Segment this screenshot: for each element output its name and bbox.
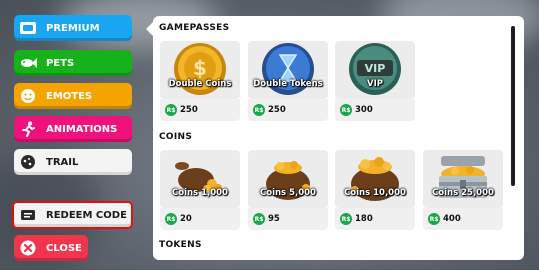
coins-name: Coins 1,000 <box>172 188 228 198</box>
section-title-gamepasses: GAMEPASSES <box>159 23 230 33</box>
price-bar: R$ 400 <box>423 208 503 230</box>
gamepass-thumb: $ <box>160 41 240 99</box>
gamepass-card-vip[interactable]: VIP VIP R$ 300 <box>335 41 415 123</box>
emote-face-icon <box>18 86 38 106</box>
panel-pointer <box>146 22 153 36</box>
close-button[interactable]: CLOSE <box>14 235 88 261</box>
price-bar: R$ 95 <box>248 208 328 230</box>
coins-name: Coins 10,000 <box>344 188 406 198</box>
coins-thumb <box>335 150 415 208</box>
coins-card-25000[interactable]: Coins 25,000 R$ 400 <box>423 150 503 232</box>
price-value: 250 <box>180 105 198 115</box>
robux-icon: R$ <box>253 104 265 116</box>
trail-label: TRAIL <box>46 156 79 168</box>
robux-icon: R$ <box>428 213 440 225</box>
emotes-button[interactable]: EMOTES <box>14 83 132 109</box>
gamepass-name: Double Coins <box>168 79 232 89</box>
fish-icon <box>18 53 38 73</box>
price-bar: R$ 250 <box>160 99 240 121</box>
coin-bag-small-icon <box>175 162 222 193</box>
redeem-code-button[interactable]: REDEEM CODE <box>12 201 133 229</box>
trail-button[interactable]: TRAIL <box>14 149 132 175</box>
coin-bag-icon <box>266 161 310 200</box>
svg-text:VIP: VIP <box>365 62 386 75</box>
vip-icon: VIP <box>349 43 401 95</box>
robux-icon: R$ <box>165 104 177 116</box>
price-bar: R$ 250 <box>248 99 328 121</box>
price-value: 400 <box>443 214 461 224</box>
gamepass-card-double-tokens[interactable]: Double Tokens R$ 250 <box>248 41 328 123</box>
close-icon <box>18 238 38 258</box>
shop-panel: GAMEPASSES $ Double Coins R$ 250 Double … <box>153 16 524 260</box>
robux-icon: R$ <box>340 104 352 116</box>
trail-icon <box>18 152 38 172</box>
running-person-icon <box>18 119 38 139</box>
pets-label: PETS <box>46 57 75 69</box>
section-title-tokens: TOKENS <box>159 240 202 250</box>
svg-text:$: $ <box>193 56 207 80</box>
ticket-icon <box>18 205 38 225</box>
premium-button[interactable]: PREMIUM <box>14 15 132 41</box>
gamepass-name: VIP <box>367 79 383 89</box>
animations-button[interactable]: ANIMATIONS <box>14 116 132 142</box>
treasure-chest-icon <box>439 156 487 198</box>
robux-icon: R$ <box>340 213 352 225</box>
scrollbar[interactable] <box>511 26 515 186</box>
gamepass-name: Double Tokens <box>253 79 323 89</box>
price-value: 180 <box>355 214 373 224</box>
section-title-coins: COINS <box>159 132 193 142</box>
hourglass-icon <box>262 43 314 95</box>
coins-name: Coins 5,000 <box>260 188 316 198</box>
price-value: 250 <box>268 105 286 115</box>
price-bar: R$ 20 <box>160 208 240 230</box>
gamepass-thumb: VIP <box>335 41 415 99</box>
gamepass-thumb <box>248 41 328 99</box>
robux-icon: R$ <box>253 213 265 225</box>
price-value: 95 <box>268 214 280 224</box>
price-value: 20 <box>180 214 192 224</box>
emotes-label: EMOTES <box>46 90 93 102</box>
coin-icon: $ <box>174 43 226 95</box>
robux-icon: R$ <box>165 213 177 225</box>
redeem-code-label: REDEEM CODE <box>46 209 127 221</box>
price-bar: R$ 180 <box>335 208 415 230</box>
premium-icon <box>18 18 38 38</box>
gamepass-card-double-coins[interactable]: $ Double Coins R$ 250 <box>160 41 240 123</box>
coin-bag-large-icon <box>351 157 399 201</box>
price-bar: R$ 300 <box>335 99 415 121</box>
coins-thumb <box>423 150 503 208</box>
coins-name: Coins 25,000 <box>432 188 494 198</box>
coins-card-1000[interactable]: Coins 1,000 R$ 20 <box>160 150 240 232</box>
coins-card-10000[interactable]: Coins 10,000 R$ 180 <box>335 150 415 232</box>
close-label: CLOSE <box>46 242 82 254</box>
animations-label: ANIMATIONS <box>46 123 118 135</box>
coins-thumb <box>160 150 240 208</box>
coins-thumb <box>248 150 328 208</box>
premium-label: PREMIUM <box>46 22 100 34</box>
coins-card-5000[interactable]: Coins 5,000 R$ 95 <box>248 150 328 232</box>
price-value: 300 <box>355 105 373 115</box>
pets-button[interactable]: PETS <box>14 50 132 76</box>
